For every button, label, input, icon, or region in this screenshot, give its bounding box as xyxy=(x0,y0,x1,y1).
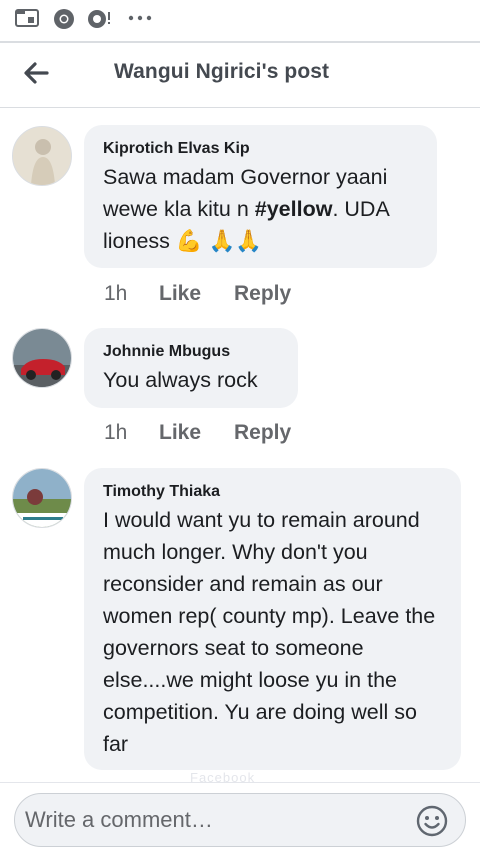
comment-time[interactable]: 1h xyxy=(104,282,127,306)
chrome-icon xyxy=(54,9,74,29)
avatar[interactable] xyxy=(12,468,72,528)
like-button[interactable]: Like xyxy=(159,282,201,306)
comment-author[interactable]: Johnnie Mbugus xyxy=(103,342,278,362)
avatar-image xyxy=(13,469,71,527)
reply-button[interactable]: Reply xyxy=(234,421,291,445)
like-button[interactable]: Like xyxy=(159,421,201,445)
avatar[interactable] xyxy=(12,126,72,186)
smiley-icon[interactable] xyxy=(415,804,449,838)
arrow-left-icon xyxy=(24,62,49,84)
post-header: Wangui Ngirici's post xyxy=(0,43,480,107)
comment-time[interactable]: 1h xyxy=(104,421,127,445)
back-button[interactable] xyxy=(18,55,54,91)
emoji-group: 💪 🙏🙏 xyxy=(175,229,263,253)
reply-button[interactable]: Reply xyxy=(234,282,291,306)
comment-author[interactable]: Timothy Thiaka xyxy=(103,482,441,502)
comment-author[interactable]: Kiprotich Elvas Kip xyxy=(103,139,417,159)
comment-input[interactable] xyxy=(25,800,405,840)
avatar-image xyxy=(13,127,71,185)
avatar-image xyxy=(13,329,71,387)
comment-composer[interactable] xyxy=(14,793,466,847)
page-title: Wangui Ngirici's post xyxy=(114,60,330,83)
folder-icon xyxy=(15,9,39,27)
comment-text: You always rock xyxy=(103,368,258,392)
avatar[interactable] xyxy=(12,328,72,388)
more-dots-icon xyxy=(128,15,152,21)
hashtag-link[interactable]: #yellow xyxy=(255,197,333,221)
header-divider xyxy=(0,107,480,108)
comment-composer-bar xyxy=(0,782,480,854)
status-bar xyxy=(0,0,480,40)
comment-bubble: Johnnie Mbugus You always rock xyxy=(84,328,298,408)
comment-bubble: Kiprotich Elvas Kip Sawa madam Governor … xyxy=(84,125,437,268)
comment-text: Sawa madam Governor yaani wewe kla kitu … xyxy=(103,161,417,257)
comment-text: I would want yu to remain around much lo… xyxy=(103,508,436,756)
vpn-icon xyxy=(88,10,110,28)
comment-bubble: Timothy Thiaka I would want yu to remain… xyxy=(84,468,461,770)
